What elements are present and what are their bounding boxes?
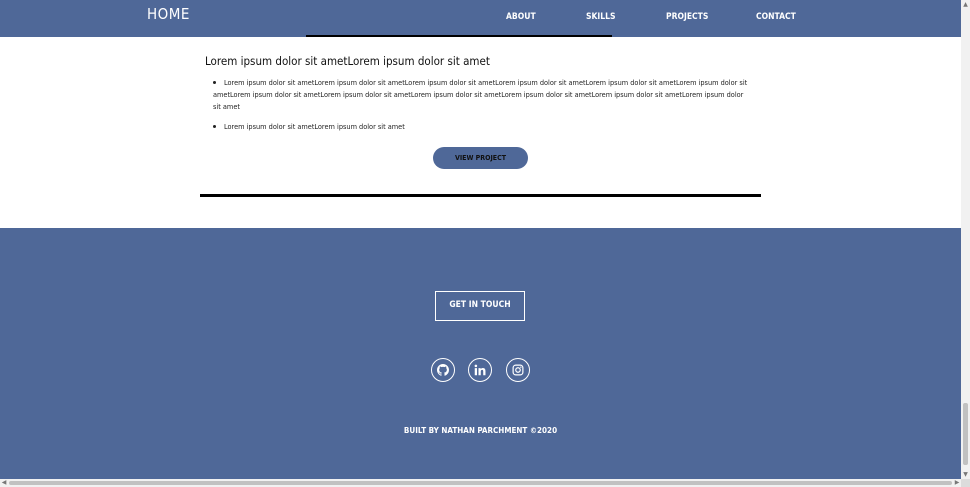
nav-skills[interactable]: SKILLS: [586, 12, 616, 22]
scroll-left-icon[interactable]: ◀: [0, 479, 8, 487]
bullet-icon: [213, 81, 216, 84]
project-title: Lorem ipsum dolor sit ametLorem ipsum do…: [205, 54, 490, 68]
footer-credit: BUILT BY NATHAN PARCHMENT ©2020: [403, 426, 558, 435]
scroll-down-icon[interactable]: ▼: [961, 470, 970, 479]
linkedin-icon[interactable]: [468, 358, 492, 382]
list-item: Lorem ipsum dolor sit ametLorem ipsum do…: [213, 121, 753, 133]
bullet-text: Lorem ipsum dolor sit ametLorem ipsum do…: [213, 78, 748, 111]
home-link[interactable]: HOME: [147, 5, 190, 23]
scroll-right-icon[interactable]: ▶: [953, 479, 961, 487]
horizontal-scrollbar[interactable]: ◀ ▶: [0, 479, 961, 487]
get-in-touch-button[interactable]: GET IN TOUCH: [435, 291, 525, 321]
nav-about[interactable]: ABOUT: [506, 12, 536, 22]
section-divider-top: [306, 35, 612, 37]
list-item: Lorem ipsum dolor sit ametLorem ipsum do…: [213, 77, 753, 113]
vertical-scrollbar[interactable]: ▲ ▼: [961, 0, 970, 479]
scrollbar-corner: [961, 479, 970, 487]
nav-projects[interactable]: PROJECTS: [666, 12, 708, 22]
scroll-up-icon[interactable]: ▲: [961, 0, 970, 9]
footer: GET IN TOUCH BUILT BY NATHAN PARCHMENT ©…: [0, 228, 961, 479]
instagram-icon[interactable]: [506, 358, 530, 382]
view-project-button[interactable]: VIEW PROJECT: [433, 147, 528, 169]
vertical-scroll-thumb[interactable]: [963, 403, 968, 465]
bullet-icon: [213, 125, 216, 128]
github-icon-glyph: [437, 364, 449, 376]
instagram-icon-glyph: [512, 364, 524, 376]
navbar: HOME ABOUT SKILLS PROJECTS CONTACT: [0, 0, 961, 37]
github-icon[interactable]: [431, 358, 455, 382]
page: HOME ABOUT SKILLS PROJECTS CONTACT Lorem…: [0, 0, 961, 479]
section-divider: [200, 194, 761, 197]
horizontal-scroll-thumb[interactable]: [9, 481, 952, 485]
nav-contact[interactable]: CONTACT: [756, 12, 796, 22]
project-bullets: Lorem ipsum dolor sit ametLorem ipsum do…: [213, 77, 753, 141]
bullet-text: Lorem ipsum dolor sit ametLorem ipsum do…: [224, 122, 405, 131]
linkedin-icon-glyph: [474, 364, 486, 376]
